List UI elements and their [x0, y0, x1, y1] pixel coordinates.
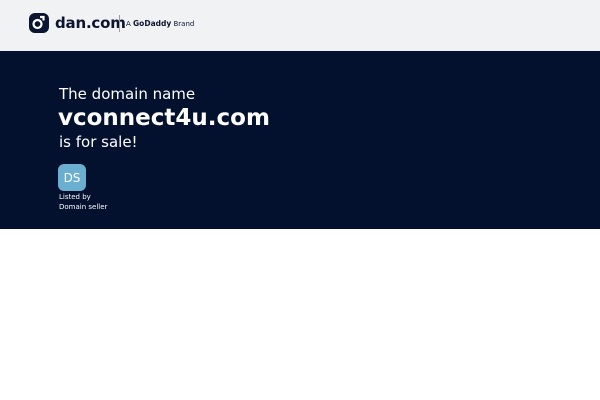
hero-status: is for sale! — [59, 133, 138, 151]
godaddy-brand-note: A GoDaddy Brand — [126, 18, 194, 30]
listed-by-label: Listed by — [59, 193, 91, 201]
domain-name: vconnect4u.com — [58, 105, 270, 131]
dan-logo-icon[interactable] — [29, 13, 49, 33]
brand-name: GoDaddy — [133, 19, 172, 28]
seller-avatar: DS — [58, 164, 86, 191]
logo-text[interactable]: dan.com — [55, 12, 126, 34]
top-bar: dan.com A GoDaddy Brand — [0, 0, 600, 51]
header-divider — [119, 15, 120, 32]
brand-prefix: A — [126, 20, 131, 28]
brand-suffix: Brand — [173, 20, 195, 28]
seller-name: Domain seller — [59, 203, 108, 211]
hero-intro: The domain name — [59, 85, 196, 103]
sale-hero: The domain name vconnect4u.com is for sa… — [0, 51, 600, 229]
dan-logo-mark-svg — [32, 15, 45, 30]
